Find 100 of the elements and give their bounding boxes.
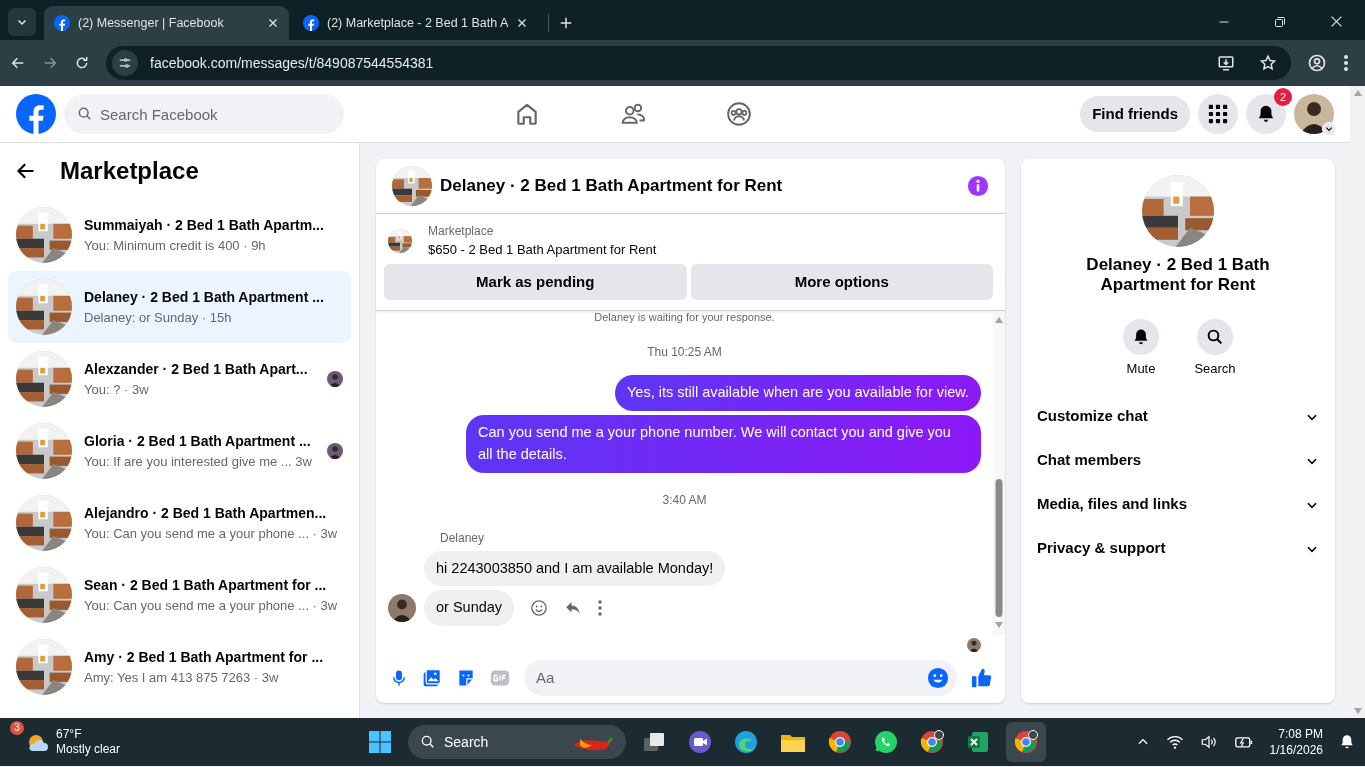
facebook-logo-icon[interactable] <box>16 94 56 134</box>
sent-message: Yes, its still available when are you available for view. <box>615 375 981 412</box>
conversation-item[interactable]: Delaney · 2 Bed 1 Bath Apartment ... Delaney: or Sunday · 15h <box>8 271 351 343</box>
conversation-item[interactable]: Gloria · 2 Bed 1 Bath Apartment ... You: If are you interested give me ... 3w <box>8 415 351 487</box>
tab-title: (2) Marketplace - 2 Bed 1 Bath A <box>327 14 508 32</box>
sliders-icon <box>118 56 132 70</box>
restore-icon[interactable] <box>1274 15 1286 28</box>
conversation-title: Amy · 2 Bed 1 Bath Apartment for ... <box>84 647 325 667</box>
tab-menu-button[interactable] <box>8 8 36 36</box>
weather-condition: Mostly clear <box>56 742 120 757</box>
search-field[interactable]: Search Facebook <box>64 94 344 134</box>
menu-button[interactable] <box>1198 94 1238 134</box>
close-icon[interactable] <box>516 17 528 29</box>
section-toggle[interactable]: Customize chat <box>1037 394 1319 439</box>
read-receipt-avatar <box>967 638 981 653</box>
spreadsheet-icon[interactable] <box>966 730 990 754</box>
seen-avatar <box>327 371 343 387</box>
browser-icon <box>1014 730 1038 754</box>
browser-icon[interactable] <box>920 730 944 754</box>
info-icon[interactable] <box>967 175 989 198</box>
conversation-title: Summaiyah · 2 Bed 1 Bath Apartm... <box>84 215 325 235</box>
bell-icon <box>1256 104 1276 124</box>
url-text: facebook.com/messages/t/849087544554381 <box>150 53 434 73</box>
chat-app-icon[interactable] <box>874 730 898 754</box>
browser-tab[interactable]: (2) Marketplace - 2 Bed 1 Bath A <box>293 6 538 40</box>
wifi-icon[interactable] <box>1165 733 1184 751</box>
friends-icon[interactable] <box>620 101 646 127</box>
conversation-item[interactable]: Sean · 2 Bed 1 Bath Apartment for ... You: Can you send me a your phone ... · 3w <box>8 559 351 631</box>
back-icon[interactable] <box>10 55 26 71</box>
conversation-preview: You: Can you send me a your phone ... · 3w <box>84 524 339 543</box>
photo-icon[interactable] <box>422 667 442 688</box>
browser-icon[interactable] <box>734 730 758 754</box>
temperature: 67°F <box>56 727 83 742</box>
profile-avatar[interactable] <box>1294 94 1334 134</box>
conversation-item[interactable]: Alexzander · 2 Bed 1 Bath Apart... You: ? · 3w <box>8 343 351 415</box>
plus-icon[interactable] <box>559 16 573 30</box>
browser-icon[interactable] <box>828 730 852 754</box>
conversation-item[interactable]: Alejandro · 2 Bed 1 Bath Apartmen... You: Can you send me a your phone ... · 3w <box>8 487 351 559</box>
conversation-title: Sean · 2 Bed 1 Bath Apartment for ... <box>84 575 328 595</box>
install-app-icon[interactable] <box>1217 54 1235 72</box>
emoji-icon[interactable] <box>530 599 549 618</box>
video-call-icon[interactable] <box>688 730 712 754</box>
timestamp: 3:40 AM <box>661 491 708 509</box>
star-icon[interactable] <box>1259 54 1277 72</box>
mute-button[interactable] <box>1123 319 1159 355</box>
profile-icon[interactable] <box>1307 53 1327 73</box>
notifications-button[interactable] <box>1246 94 1286 134</box>
taskbar-app[interactable] <box>1006 722 1046 762</box>
listing-label: Marketplace <box>428 223 495 241</box>
section-toggle[interactable]: Media, files and links <box>1037 482 1319 527</box>
conversation-title: Alejandro · 2 Bed 1 Bath Apartmen... <box>84 503 328 523</box>
action-label: Search <box>1194 360 1236 378</box>
section-toggle[interactable]: Privacy & support <box>1037 526 1319 571</box>
close-icon[interactable] <box>1330 15 1343 28</box>
listing-action-button[interactable]: Mark as pending <box>384 263 687 300</box>
browser-tab[interactable]: (2) Messenger | Facebook <box>44 6 289 40</box>
account-menu-icon[interactable] <box>1322 122 1336 136</box>
find-friends-button[interactable]: Find friends <box>1080 96 1190 132</box>
listing-action-button[interactable]: More options <box>690 263 993 300</box>
clock-time: 7:08 PM <box>1277 726 1323 742</box>
conversation-title: Delaney · 2 Bed 1 Bath Apartment ... <box>84 287 325 307</box>
emoji-icon[interactable] <box>927 666 949 689</box>
groups-icon[interactable] <box>726 101 752 127</box>
message-field[interactable]: Aa <box>524 659 957 696</box>
back-arrow-icon[interactable] <box>16 161 36 181</box>
close-icon[interactable] <box>267 17 279 29</box>
received-message: or Sunday <box>424 590 515 627</box>
sender-avatar <box>388 594 416 623</box>
chevron-down-icon <box>1325 125 1333 133</box>
bell-icon <box>1132 328 1150 346</box>
facebook-logo-icon <box>303 15 319 31</box>
home-icon[interactable] <box>514 101 540 127</box>
facebook-logo-icon <box>54 15 70 31</box>
conversation-preview: Amy: Yes I am 413 875 7263 · 3w <box>84 668 280 687</box>
scrollbar[interactable] <box>993 310 1005 635</box>
sent-message: Can you send me a your phone number. We will contact you and give you all the details. <box>466 415 981 473</box>
seen-avatar <box>327 443 343 459</box>
taskbar-search[interactable]: Search <box>408 725 626 759</box>
reload-icon[interactable] <box>74 55 90 71</box>
section-toggle[interactable]: Chat members <box>1037 438 1319 483</box>
address-bar[interactable]: facebook.com/messages/t/849087544554381 <box>106 46 1291 80</box>
task-view-icon[interactable] <box>642 730 666 754</box>
more-icon[interactable] <box>598 600 603 617</box>
received-message: hi 2243003850 and I am available Monday! <box>424 550 726 587</box>
windows-logo-icon[interactable] <box>368 730 392 754</box>
like-icon[interactable] <box>971 666 993 689</box>
search-button[interactable] <box>1197 319 1233 355</box>
search-icon <box>1206 328 1224 346</box>
conversation-preview: You: Minimum credit is 400 · 9h <box>84 236 267 255</box>
conversation-name: Delaney · 2 Bed 1 Bath Apartment for Rent <box>1085 255 1271 295</box>
conversation-preview: You: If are you interested give me ... 3w <box>84 452 313 471</box>
speaker-icon[interactable] <box>1199 733 1218 751</box>
more-icon[interactable] <box>1343 54 1349 72</box>
conversation-item[interactable]: Summaiyah · 2 Bed 1 Bath Apartm... You: Minimum credit is 400 · 9h <box>8 199 351 271</box>
listing-title: $650 - 2 Bed 1 Bath Apartment for Rent <box>428 241 657 260</box>
site-settings-icon[interactable] <box>112 50 138 76</box>
forward-icon[interactable] <box>42 55 58 71</box>
conversation-preview: You: Can you send me a your phone ... · 3w <box>84 596 339 615</box>
bell-icon[interactable] <box>1339 734 1355 750</box>
conversation-item[interactable]: Amy · 2 Bed 1 Bath Apartment for ... Amy: Yes I am 413 875 7263 · 3w <box>8 631 351 703</box>
